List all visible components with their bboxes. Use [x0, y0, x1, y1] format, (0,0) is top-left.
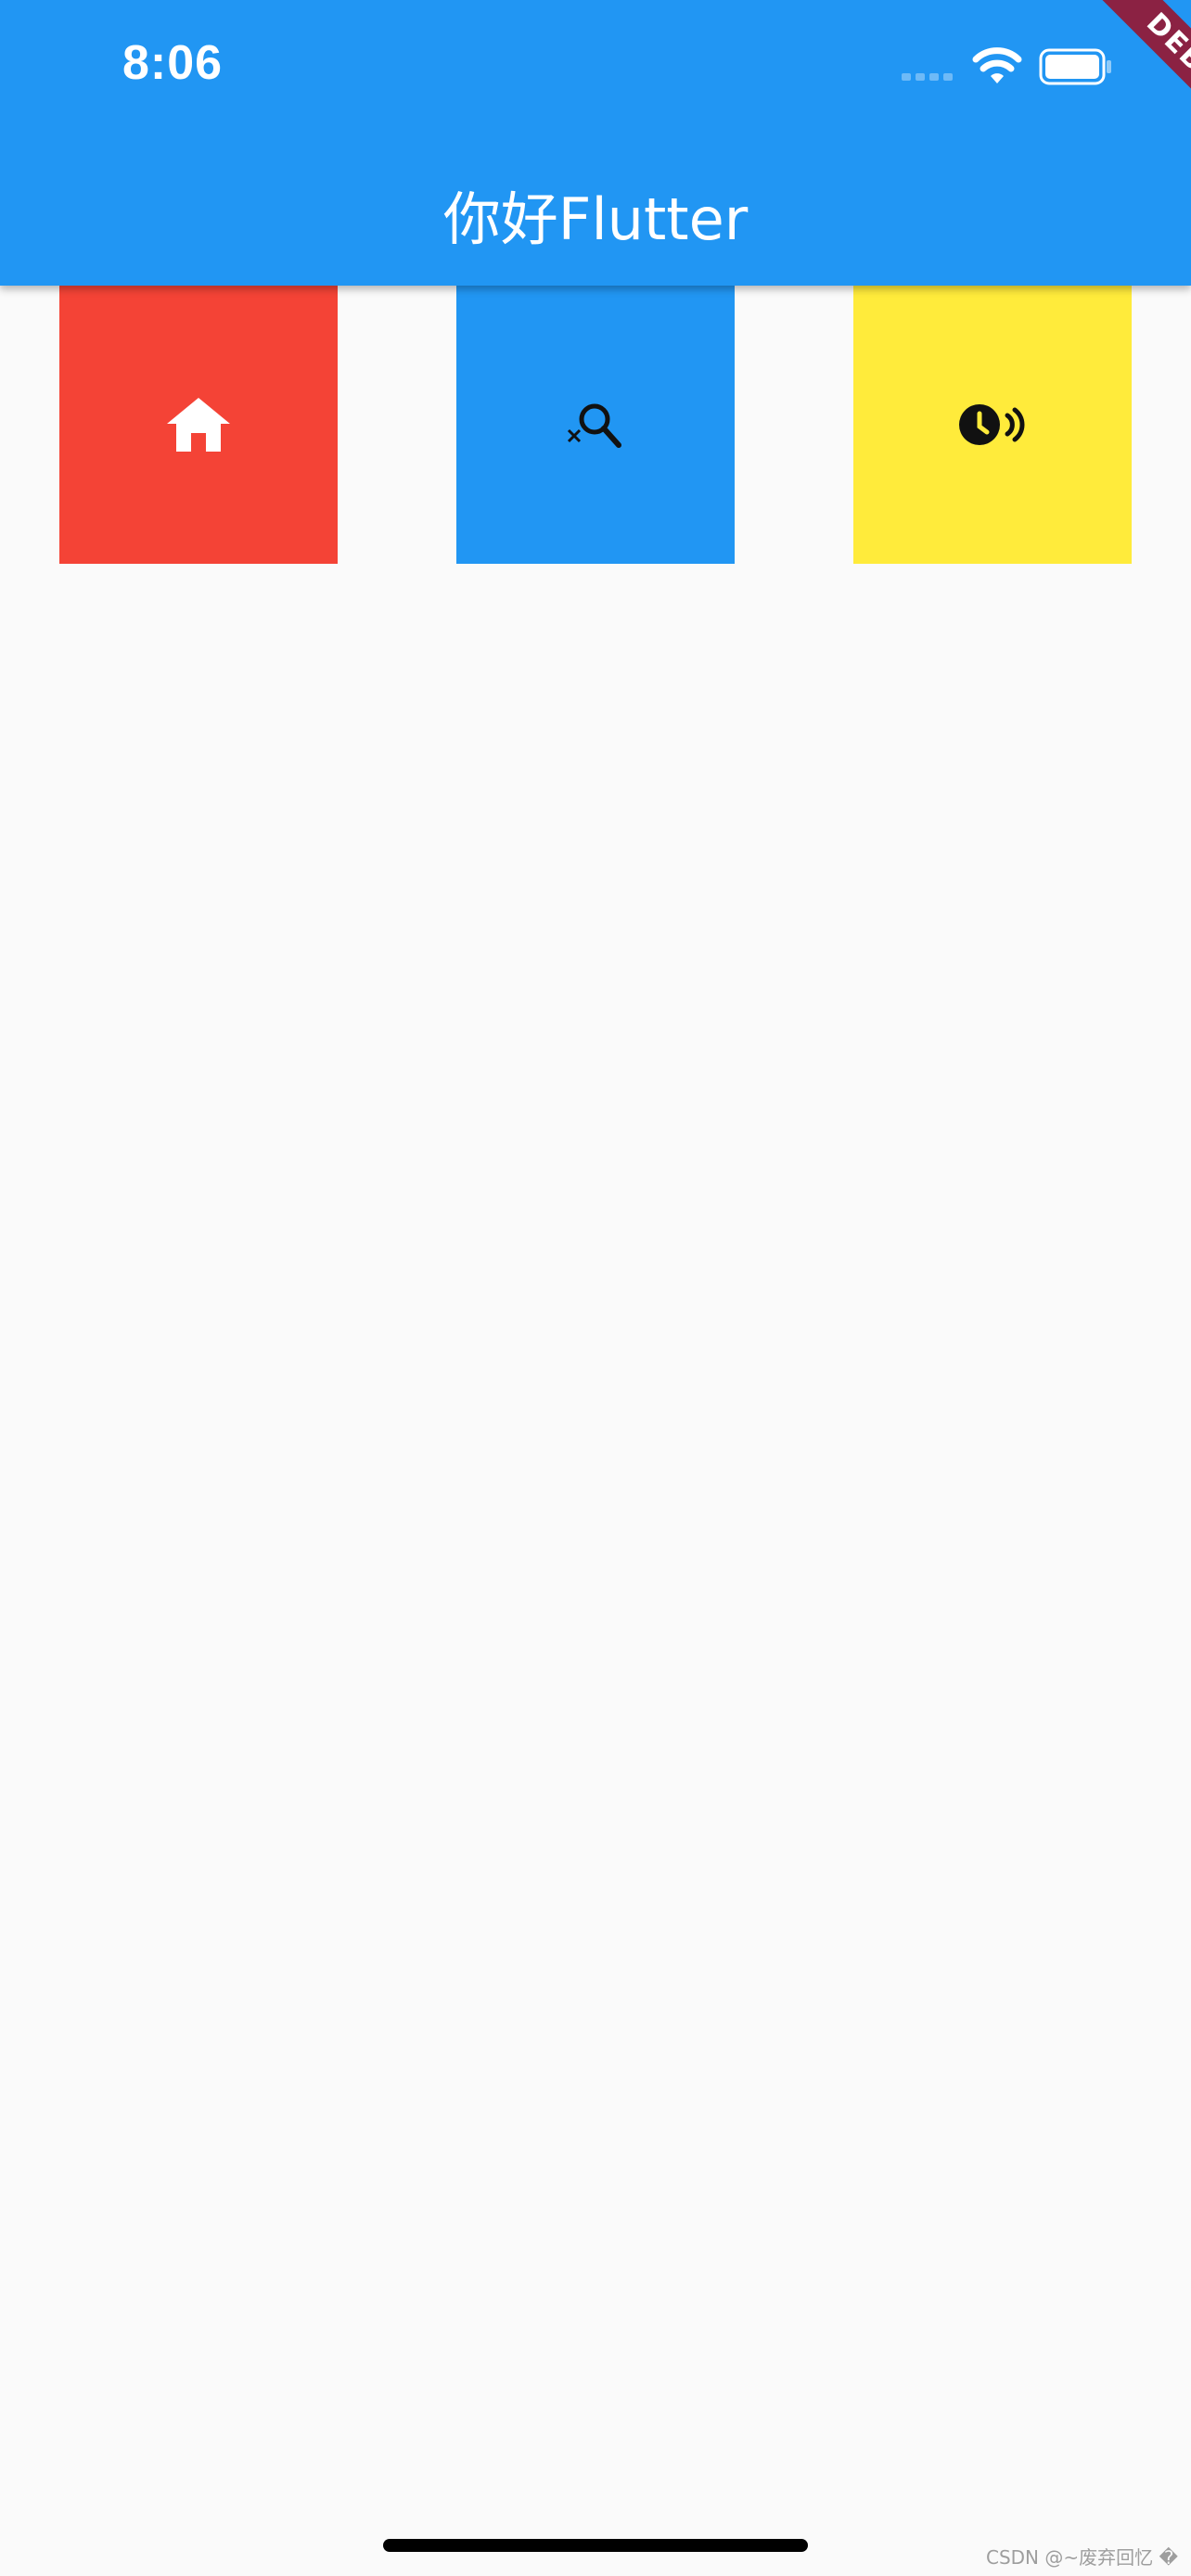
schedule-send-icon — [959, 404, 1025, 445]
home-indicator[interactable] — [383, 2539, 808, 2552]
page-title: 你好Flutter — [442, 185, 749, 253]
battery-icon — [1039, 48, 1111, 85]
home-icon — [167, 398, 230, 452]
schedule-tile[interactable] — [853, 286, 1132, 564]
search-tile[interactable] — [456, 286, 735, 564]
search-off-icon — [567, 403, 621, 448]
app-bar: 8:06 你好Flutter — [0, 0, 1191, 286]
cellular-signal-icon — [902, 73, 953, 81]
status-time: 8:06 — [122, 36, 224, 90]
home-tile[interactable] — [59, 286, 338, 564]
watermark: CSDN @~废弃回忆 � — [985, 2546, 1178, 2569]
status-bar: 8:06 — [0, 0, 1191, 130]
wifi-icon — [972, 47, 1022, 83]
